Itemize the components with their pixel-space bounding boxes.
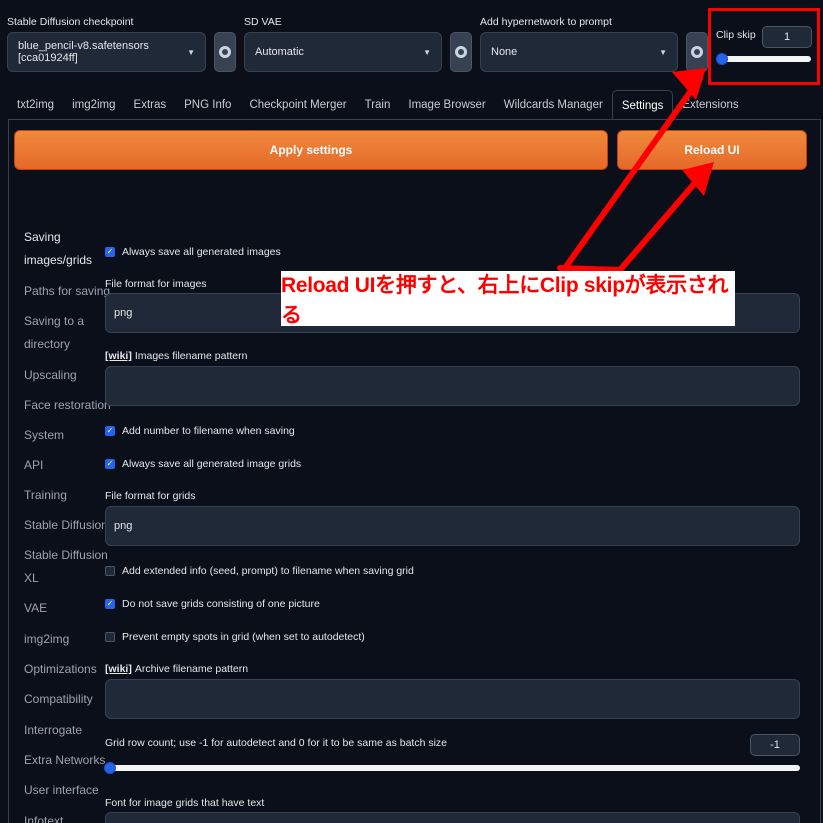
annotation-callout: Reload UIを押すと、右上にClip skipが表示される <box>281 271 735 327</box>
arrow-to-reload-ui <box>617 167 709 273</box>
arrow-to-clip-skip <box>562 75 703 271</box>
annotation-arrows <box>557 68 714 273</box>
